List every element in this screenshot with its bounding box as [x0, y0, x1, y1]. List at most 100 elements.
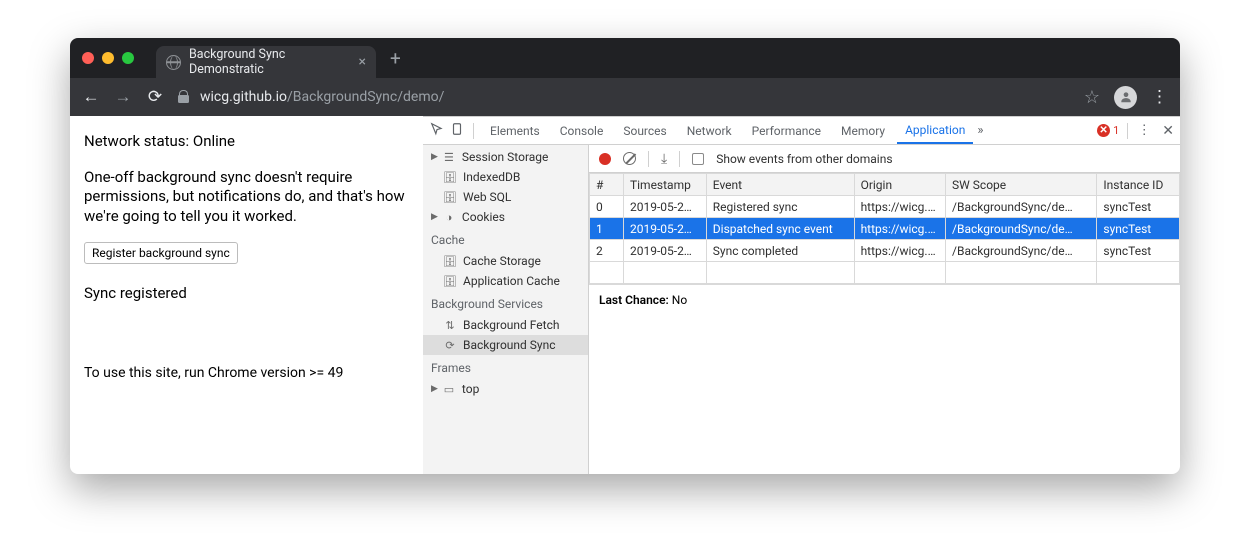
table-cell: https://wicg.… [854, 240, 945, 262]
table-row[interactable]: 22019-05-2…Sync completedhttps://wicg.…/… [590, 240, 1180, 262]
error-count: 1 [1113, 124, 1119, 137]
detail-label: Last Chance: [599, 293, 669, 307]
titlebar: Background Sync Demonstratic × + [70, 38, 1180, 78]
tab-memory[interactable]: Memory [833, 118, 893, 144]
col-instanceid[interactable]: Instance ID [1097, 174, 1180, 196]
table-cell: 2019-05-2… [623, 240, 706, 262]
forward-button[interactable]: → [114, 87, 132, 107]
sidebar-group-cache: Cache [423, 227, 588, 251]
minimize-window-button[interactable] [102, 52, 114, 64]
application-sidebar: ▶☰Session Storage 🗄IndexedDB 🗄Web SQL ▶◑… [423, 145, 589, 474]
lock-icon [178, 91, 190, 103]
sidebar-item-cookies[interactable]: ▶◑Cookies [423, 207, 588, 227]
storage-icon: ☰ [442, 151, 456, 164]
maximize-window-button[interactable] [122, 52, 134, 64]
close-window-button[interactable] [82, 52, 94, 64]
col-origin[interactable]: Origin [854, 174, 945, 196]
show-other-checkbox[interactable] [692, 153, 704, 165]
table-cell: Sync completed [706, 240, 854, 262]
new-tab-button[interactable]: + [390, 47, 401, 70]
device-toggle-icon[interactable] [449, 122, 465, 140]
col-event[interactable]: Event [706, 174, 854, 196]
devtools-tabbar: Elements Console Sources Network Perform… [423, 117, 1180, 145]
bg-sync-toolbar: ⤓ Show events from other domains [589, 145, 1180, 173]
error-badge[interactable]: ✕ 1 [1097, 124, 1119, 137]
table-row[interactable]: 12019-05-2…Dispatched sync eventhttps://… [590, 218, 1180, 240]
table-cell: Dispatched sync event [706, 218, 854, 240]
table-row[interactable]: 02019-05-2…Registered synchttps://wicg.…… [590, 196, 1180, 218]
application-main: ⤓ Show events from other domains # Times… [589, 145, 1180, 474]
table-cell: 0 [590, 196, 624, 218]
frame-icon: ▭ [442, 383, 456, 396]
table-cell: 2 [590, 240, 624, 262]
tab-sources[interactable]: Sources [615, 118, 674, 144]
url-display[interactable]: wicg.github.io/BackgroundSync/demo/ [200, 89, 444, 105]
database-icon: 🗄 [443, 191, 457, 204]
page-description: One-off background sync doesn't require … [84, 168, 409, 227]
table-cell: 1 [590, 218, 624, 240]
detail-value: No [672, 293, 687, 307]
register-sync-button[interactable]: Register background sync [84, 242, 238, 264]
error-icon: ✕ [1097, 124, 1110, 137]
more-tabs-button[interactable]: » [977, 123, 983, 138]
tab-network[interactable]: Network [679, 118, 740, 144]
table-cell: https://wicg.… [854, 196, 945, 218]
content-area: Network status: Online One-off backgroun… [70, 116, 1180, 474]
back-button[interactable]: ← [82, 87, 100, 107]
close-tab-button[interactable]: × [359, 54, 366, 70]
tab-performance[interactable]: Performance [744, 118, 829, 144]
download-button[interactable]: ⤓ [661, 151, 667, 167]
col-swscope[interactable]: SW Scope [946, 174, 1097, 196]
sidebar-item-background-fetch[interactable]: ⇅Background Fetch [423, 315, 588, 335]
database-icon: 🗄 [443, 255, 457, 268]
close-devtools-button[interactable]: ✕ [1162, 123, 1174, 139]
bookmark-button[interactable]: ☆ [1084, 87, 1100, 108]
table-cell: /BackgroundSync/de… [946, 218, 1097, 240]
table-cell: Registered sync [706, 196, 854, 218]
sidebar-item-background-sync[interactable]: ⟳Background Sync [423, 335, 588, 355]
database-icon: 🗄 [443, 171, 457, 184]
webpage: Network status: Online One-off backgroun… [70, 116, 423, 474]
show-other-label: Show events from other domains [716, 152, 892, 166]
network-status: Network status: Online [84, 132, 409, 152]
sidebar-item-frame-top[interactable]: ▶▭top [423, 379, 588, 399]
profile-button[interactable] [1114, 86, 1137, 109]
browser-tab[interactable]: Background Sync Demonstratic × [156, 46, 376, 78]
table-cell: /BackgroundSync/de… [946, 196, 1097, 218]
table-cell: syncTest [1097, 218, 1180, 240]
address-bar: ← → ⟳ wicg.github.io/BackgroundSync/demo… [70, 78, 1180, 116]
sidebar-item-websql[interactable]: 🗄Web SQL [423, 187, 588, 207]
table-cell: 2019-05-2… [623, 196, 706, 218]
tab-console[interactable]: Console [552, 118, 612, 144]
col-timestamp[interactable]: Timestamp [623, 174, 706, 196]
table-cell: 2019-05-2… [623, 218, 706, 240]
sidebar-item-session-storage[interactable]: ▶☰Session Storage [423, 147, 588, 167]
sidebar-item-application-cache[interactable]: 🗄Application Cache [423, 271, 588, 291]
table-cell: https://wicg.… [854, 218, 945, 240]
table-header-row: # Timestamp Event Origin SW Scope Instan… [590, 174, 1180, 196]
record-button[interactable] [599, 153, 611, 165]
sidebar-item-indexeddb[interactable]: 🗄IndexedDB [423, 167, 588, 187]
devtools-body: ▶☰Session Storage 🗄IndexedDB 🗄Web SQL ▶◑… [423, 145, 1180, 474]
url-path: /BackgroundSync/demo/ [287, 89, 444, 105]
event-details: Last Chance: No [589, 284, 1180, 315]
cookie-icon: ◑ [442, 211, 456, 224]
tab-elements[interactable]: Elements [482, 118, 548, 144]
sync-icon: ⟳ [443, 339, 457, 352]
table-cell: syncTest [1097, 196, 1180, 218]
url-host: wicg.github.io [200, 89, 287, 105]
sync-result: Sync registered [84, 284, 409, 304]
devtools-menu-button[interactable]: ⋮ [1136, 123, 1152, 138]
table-cell: syncTest [1097, 240, 1180, 262]
tab-application[interactable]: Application [897, 117, 973, 144]
table-cell: /BackgroundSync/de… [946, 240, 1097, 262]
database-icon: 🗄 [443, 275, 457, 288]
reload-button[interactable]: ⟳ [146, 87, 164, 107]
page-footer: To use this site, run Chrome version >= … [84, 364, 409, 382]
table-row-empty [590, 262, 1180, 284]
inspect-icon[interactable] [429, 122, 445, 140]
browser-menu-button[interactable]: ⋮ [1151, 87, 1168, 107]
sidebar-item-cache-storage[interactable]: 🗄Cache Storage [423, 251, 588, 271]
col-index[interactable]: # [590, 174, 624, 196]
clear-button[interactable] [623, 152, 636, 165]
